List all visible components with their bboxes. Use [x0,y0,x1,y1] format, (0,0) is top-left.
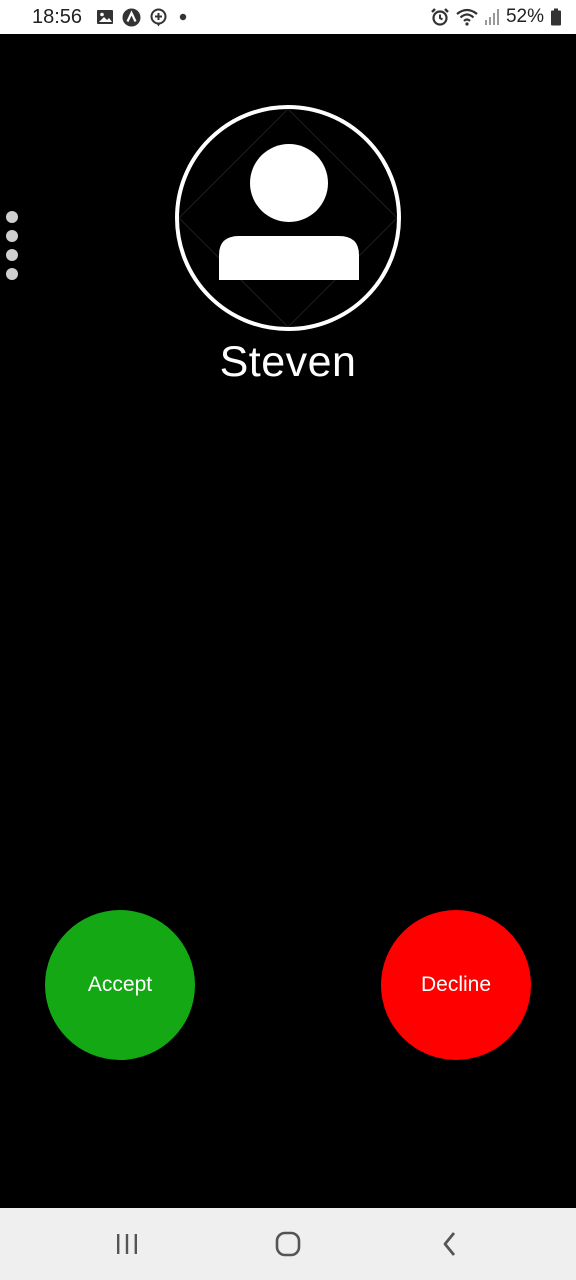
incoming-call-screen: 18:56 52% Steven Accept Decline [0,0,576,1280]
status-bar: 18:56 52% [0,0,576,34]
recents-button[interactable] [107,1226,147,1262]
status-time: 18:56 [32,5,83,28]
battery-percent: 52% [505,6,544,27]
status-left: 18:56 [32,6,190,29]
battery-icon [550,8,562,26]
side-menu-handle[interactable] [6,211,20,280]
accept-label: Accept [87,973,153,996]
menu-dot [6,268,18,280]
alarm-icon [430,7,450,27]
signal-icon [484,8,500,26]
image-icon [96,9,114,25]
menu-dot [6,249,18,261]
person-icon [179,109,397,327]
decline-button[interactable]: Decline [381,910,531,1060]
back-button[interactable] [430,1226,470,1262]
wifi-icon [456,8,478,26]
decline-label: Decline [420,973,492,996]
menu-dot [6,211,18,223]
a-circle-icon [122,8,141,27]
menu-dot [6,230,18,242]
caller-avatar [175,105,401,331]
caller-name: Steven [219,338,357,386]
recents-icon [117,1234,137,1254]
accept-button[interactable]: Accept [45,910,195,1060]
location-plus-icon [149,8,168,27]
navigation-bar [0,1208,576,1280]
back-icon [443,1232,456,1256]
status-right: 52% [430,6,562,28]
home-icon [275,1231,301,1257]
home-button[interactable] [268,1226,308,1262]
dot-icon [176,10,190,24]
